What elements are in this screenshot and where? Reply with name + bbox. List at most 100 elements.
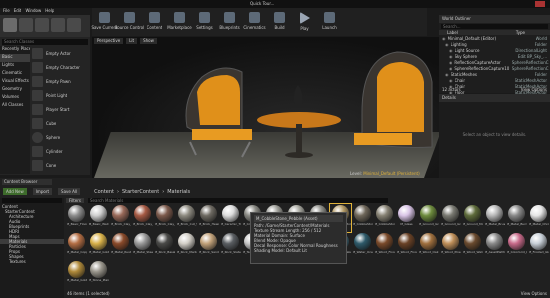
asset-tile[interactable]: M_Ground_Grass <box>418 204 439 232</box>
asset-tile[interactable]: M_Ground_Moss <box>462 204 483 232</box>
asset-tile[interactable]: M_Water_Ocean <box>352 232 373 260</box>
asset-tile[interactable]: M_Metal_Brushed_Nickel <box>484 204 505 232</box>
paint-mode-icon[interactable] <box>19 18 33 32</box>
close-icon[interactable] <box>535 1 545 7</box>
asset-tile[interactable]: M_Metal_Gold <box>88 232 109 260</box>
asset-tile[interactable]: M_Brick_Hewn_Stone <box>198 204 219 232</box>
visibility-icon[interactable]: ◉ <box>445 42 449 47</box>
lit-button[interactable]: Lit <box>126 38 138 44</box>
tab-content-browser[interactable]: Content Browser <box>2 179 52 185</box>
breadcrumb-item[interactable]: Content <box>94 189 114 195</box>
asset-tile[interactable]: M_AssetPlatform <box>484 232 505 260</box>
category-basic[interactable]: Basic <box>0 54 30 62</box>
menu-file[interactable]: File <box>3 8 10 15</box>
asset-tile[interactable]: M_Metal_Rust <box>110 232 131 260</box>
play-button[interactable]: Play <box>292 8 317 36</box>
asset-tile[interactable]: M_Wood_Pine <box>440 232 461 260</box>
asset-tile[interactable]: M_CobbleStone_Rough <box>352 204 373 232</box>
outliner-row[interactable]: ◉ ReflectionCaptureActor SphereReflectionC <box>439 59 550 65</box>
visibility-icon[interactable]: ◉ <box>445 72 449 77</box>
settings-button[interactable]: Settings <box>192 8 217 36</box>
tab-details[interactable]: Details <box>439 94 550 102</box>
asset-tile[interactable]: M_Metal_Steel <box>132 232 153 260</box>
save-all-button[interactable]: Save All <box>58 188 81 195</box>
place-mode-icon[interactable] <box>3 18 17 32</box>
breadcrumb-item[interactable]: StarterContent <box>122 189 159 195</box>
category-geometry[interactable]: Geometry <box>0 86 30 94</box>
asset-tile[interactable]: M_Metal_Copper <box>66 232 87 260</box>
launch-button[interactable]: Launch <box>317 8 342 36</box>
content-view-options[interactable]: View Options <box>521 291 547 298</box>
asset-tile[interactable]: M_Basic_Wall <box>88 204 109 232</box>
level-viewport[interactable] <box>92 37 439 178</box>
cinematics-button[interactable]: Cinematics <box>242 8 267 36</box>
asset-tile[interactable]: M_Wood_Oak <box>418 232 439 260</box>
outliner-view-options[interactable]: View Options <box>521 87 547 93</box>
asset-tile[interactable]: M_Rock_Slate <box>220 232 241 260</box>
visibility-icon[interactable]: ◉ <box>449 66 452 71</box>
place-item[interactable]: Empty Actor <box>30 46 90 60</box>
asset-tile[interactable]: M_Stone_Plain <box>88 260 109 288</box>
show-button[interactable]: Show <box>140 38 157 44</box>
category-cinematic[interactable]: Cinematic <box>0 70 30 78</box>
place-item[interactable]: Player Start <box>30 102 90 116</box>
category-lights[interactable]: Lights <box>0 62 30 70</box>
place-item[interactable]: Cylinder <box>30 144 90 158</box>
outliner-row[interactable]: ◉ SphereReflectionCapture10 SphereReflecti… <box>439 65 550 71</box>
asset-tile[interactable]: M_Ceramic_Tile_Checker <box>220 204 241 232</box>
class-search-input[interactable]: Search Classes <box>2 39 88 45</box>
import-button[interactable]: Import <box>32 188 53 195</box>
place-item[interactable]: Sphere <box>30 130 90 144</box>
visibility-icon[interactable]: ◉ <box>449 78 453 83</box>
menu-window[interactable]: Window <box>25 8 41 15</box>
asset-tile[interactable]: M_Brick_Clay_New <box>132 204 153 232</box>
outliner-search-input[interactable]: Search... <box>441 24 548 29</box>
breadcrumb-item[interactable]: Materials <box>167 189 190 195</box>
asset-tile[interactable]: M_Metal_Burnished_Steel <box>506 204 527 232</box>
blueprints-button[interactable]: Blueprints <box>217 8 242 36</box>
menu-edit[interactable]: Edit <box>14 8 22 15</box>
asset-tile[interactable]: M_Metal_Gold_Dark <box>66 260 87 288</box>
content-button[interactable]: Content <box>142 8 167 36</box>
foliage-mode-icon[interactable] <box>51 18 65 32</box>
asset-tile[interactable]: M_Brick_Clay_Old <box>154 204 175 232</box>
build-button[interactable]: Build <box>267 8 292 36</box>
asset-tile[interactable]: M_Basic_Floor <box>66 204 87 232</box>
visibility-icon[interactable]: ◉ <box>449 48 453 53</box>
asset-tile[interactable]: M_Rock_Basalt <box>154 232 175 260</box>
place-item[interactable]: Point Light <box>30 88 90 102</box>
filters-button[interactable]: Filters <box>66 197 84 203</box>
place-item[interactable]: Empty Pawn <box>30 74 90 88</box>
add-new-button[interactable]: Add New <box>3 188 27 195</box>
category-all-classes[interactable]: All Classes <box>0 102 30 110</box>
marketplace-button[interactable]: Marketplace <box>167 8 192 36</box>
folder-search-input[interactable] <box>2 198 62 203</box>
category-visual-effects[interactable]: Visual Effects <box>0 78 30 86</box>
asset-tile[interactable]: M_Wood_Floor_Walnut_Worn <box>396 232 417 260</box>
asset-tile[interactable]: M_Frosted_Glass <box>528 232 549 260</box>
asset-search-input[interactable]: Search Materials <box>88 197 388 203</box>
asset-tile[interactable]: M_Wood_Floor_Walnut_Polished <box>374 232 395 260</box>
place-item[interactable]: Cube <box>30 116 90 130</box>
geometry-mode-icon[interactable] <box>67 18 81 32</box>
asset-tile[interactable]: M_ColorGrid_LowSpec <box>506 232 527 260</box>
source-control-button[interactable]: Source Control <box>115 8 144 36</box>
asset-tile[interactable]: M_Brick_Cut_Stone <box>176 204 197 232</box>
menu-help[interactable]: Help <box>45 8 54 15</box>
outliner-row[interactable]: ◉ Light Source DirectionalLight <box>439 47 550 53</box>
perspective-button[interactable]: Perspective <box>94 38 124 44</box>
tab-world-outliner[interactable]: World Outliner <box>439 15 550 23</box>
asset-tile[interactable]: M_Metal_Chrome <box>528 204 549 232</box>
category-recently-placed[interactable]: Recently Placed <box>0 46 30 54</box>
category-volumes[interactable]: Volumes <box>0 94 30 102</box>
save-button[interactable]: Save Current <box>91 8 118 36</box>
asset-tile[interactable]: M_CobbleStone_Smooth <box>374 204 395 232</box>
place-item[interactable]: Empty Character <box>30 60 90 74</box>
asset-tile[interactable]: M_Brick_Clay_Beveled <box>110 204 131 232</box>
asset-tile[interactable]: M_Rock_Marble_Polished <box>176 232 197 260</box>
visibility-icon[interactable]: ◉ <box>449 54 453 59</box>
visibility-icon[interactable]: ◉ <box>442 36 446 41</box>
asset-tile[interactable]: M_Rock_Sandstone <box>198 232 219 260</box>
place-item[interactable]: Cone <box>30 158 90 172</box>
asset-tile[interactable]: M_Glass <box>396 204 417 232</box>
